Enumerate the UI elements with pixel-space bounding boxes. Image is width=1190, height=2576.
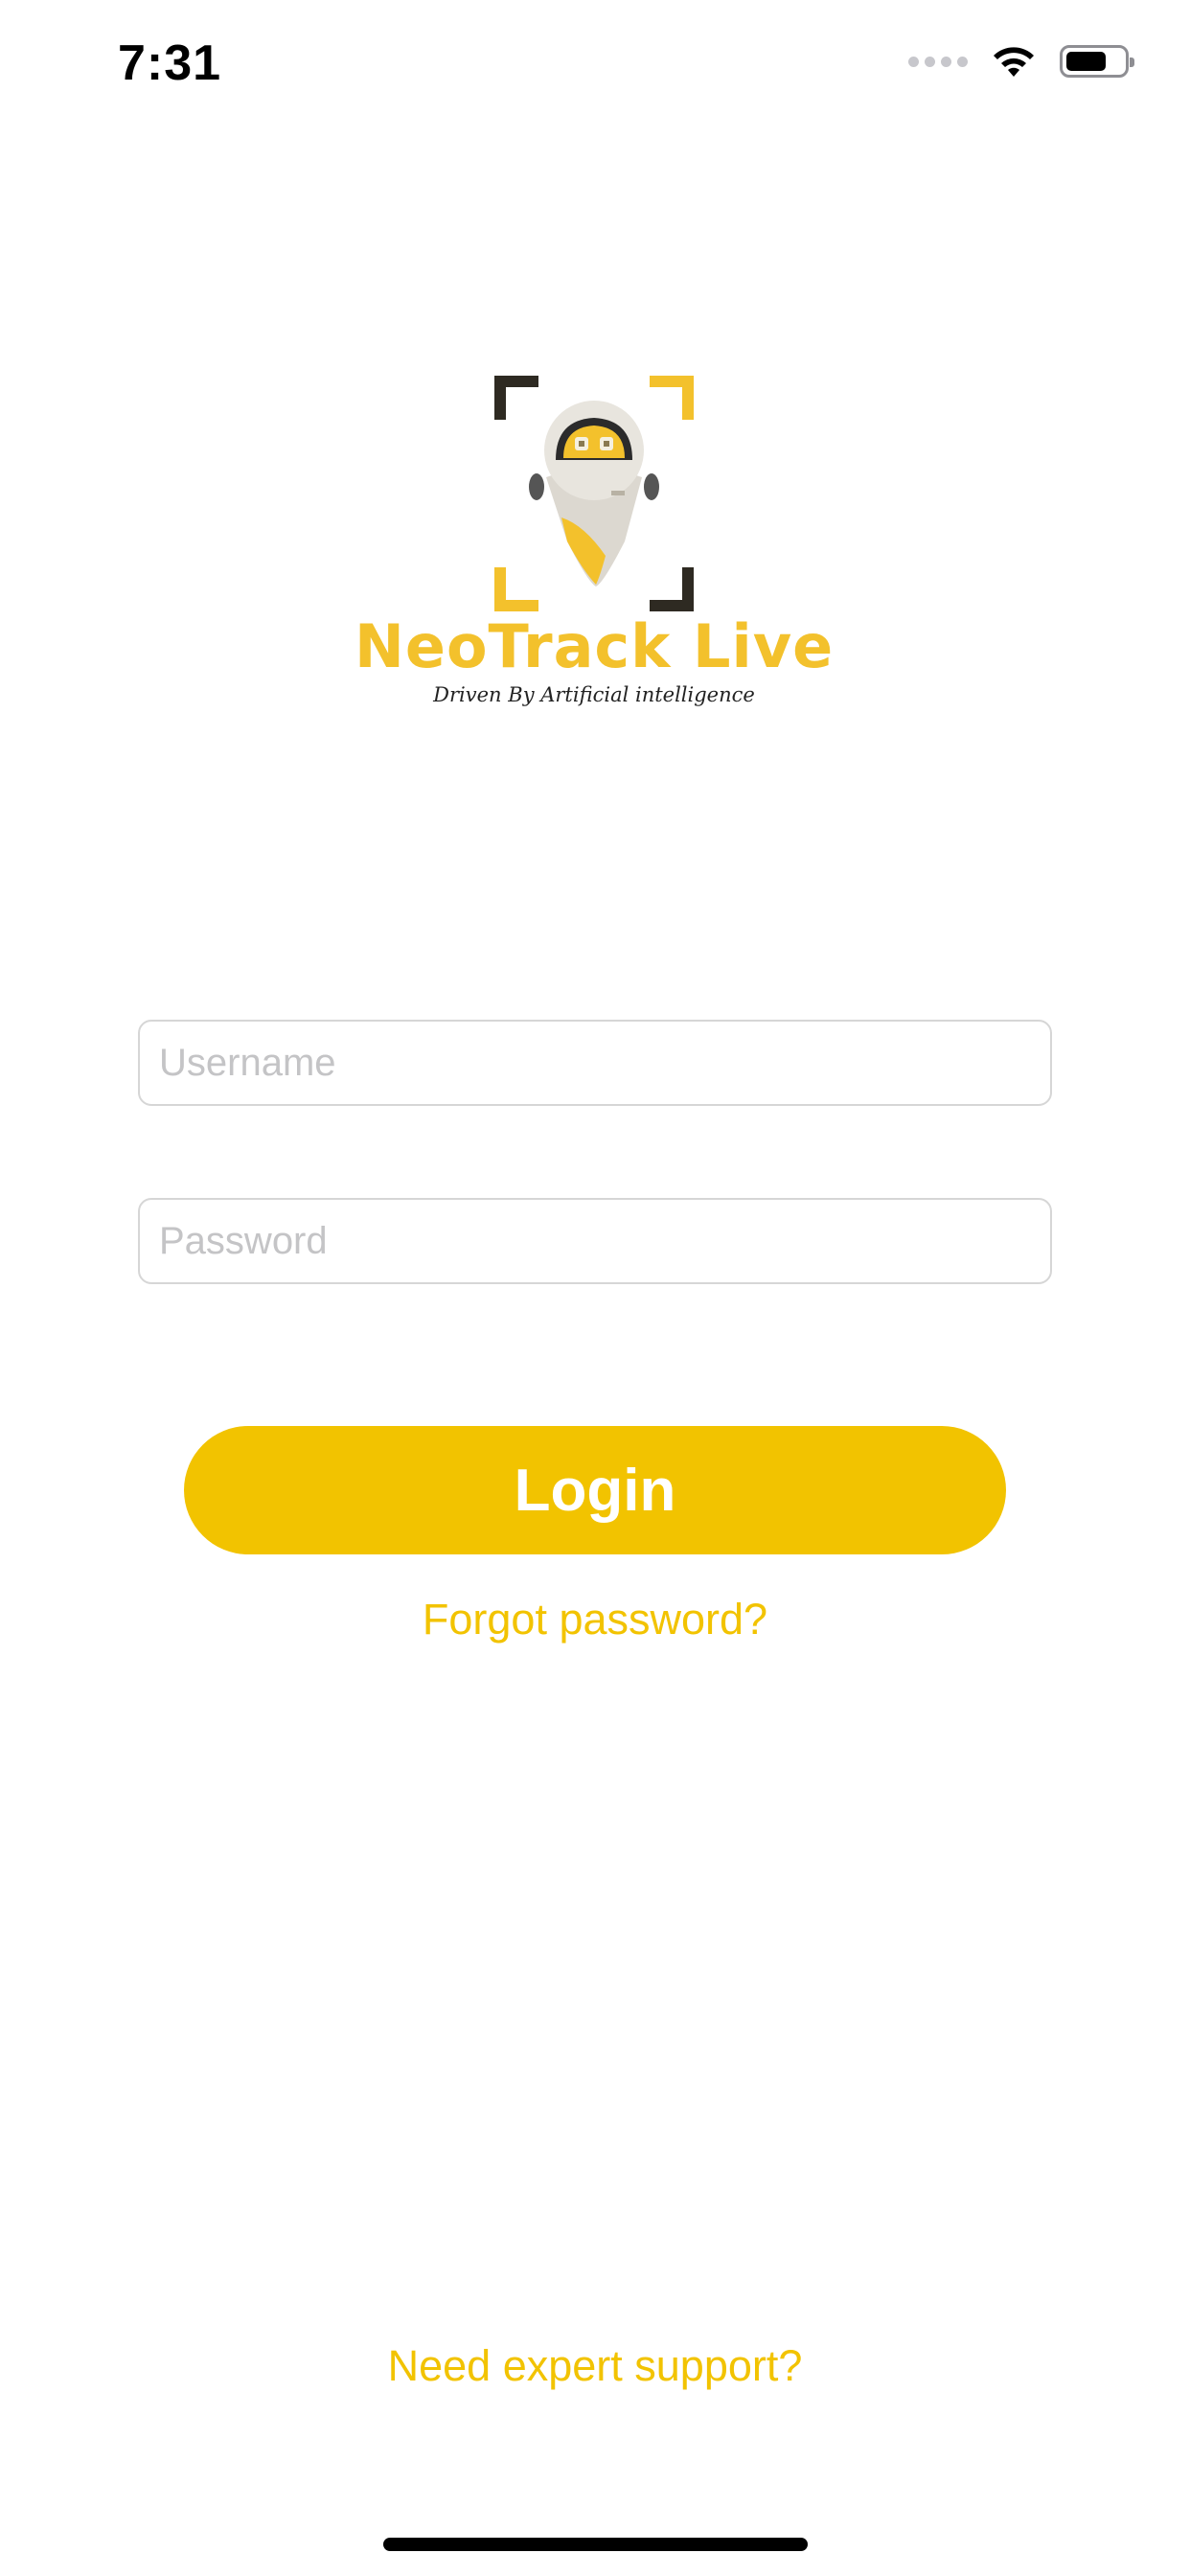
logo-title: NeoTrack Live — [355, 611, 835, 681]
login-screen: 7:31 NeoTrack Live Driven By Artificial … — [0, 0, 1190, 2576]
logo-tagline: Driven By Artificial intelligence — [433, 683, 755, 706]
wifi-icon — [994, 47, 1034, 77]
expert-support-link[interactable]: Need expert support? — [0, 2341, 1190, 2391]
login-button[interactable]: Login — [184, 1426, 1006, 1554]
username-input[interactable] — [140, 1022, 1050, 1104]
robot-logo-icon — [494, 376, 694, 611]
status-icons — [908, 42, 1134, 80]
status-time: 7:31 — [118, 35, 222, 91]
cellular-signal-icon — [908, 56, 968, 67]
username-field[interactable] — [138, 1020, 1052, 1106]
password-field[interactable] — [138, 1198, 1052, 1284]
app-logo: NeoTrack Live Driven By Artificial intel… — [355, 364, 834, 719]
password-input[interactable] — [140, 1200, 1050, 1282]
home-indicator[interactable] — [383, 2538, 808, 2551]
battery-fill — [1066, 52, 1106, 71]
battery-icon — [1060, 45, 1134, 78]
forgot-password-link[interactable]: Forgot password? — [0, 1595, 1190, 1644]
